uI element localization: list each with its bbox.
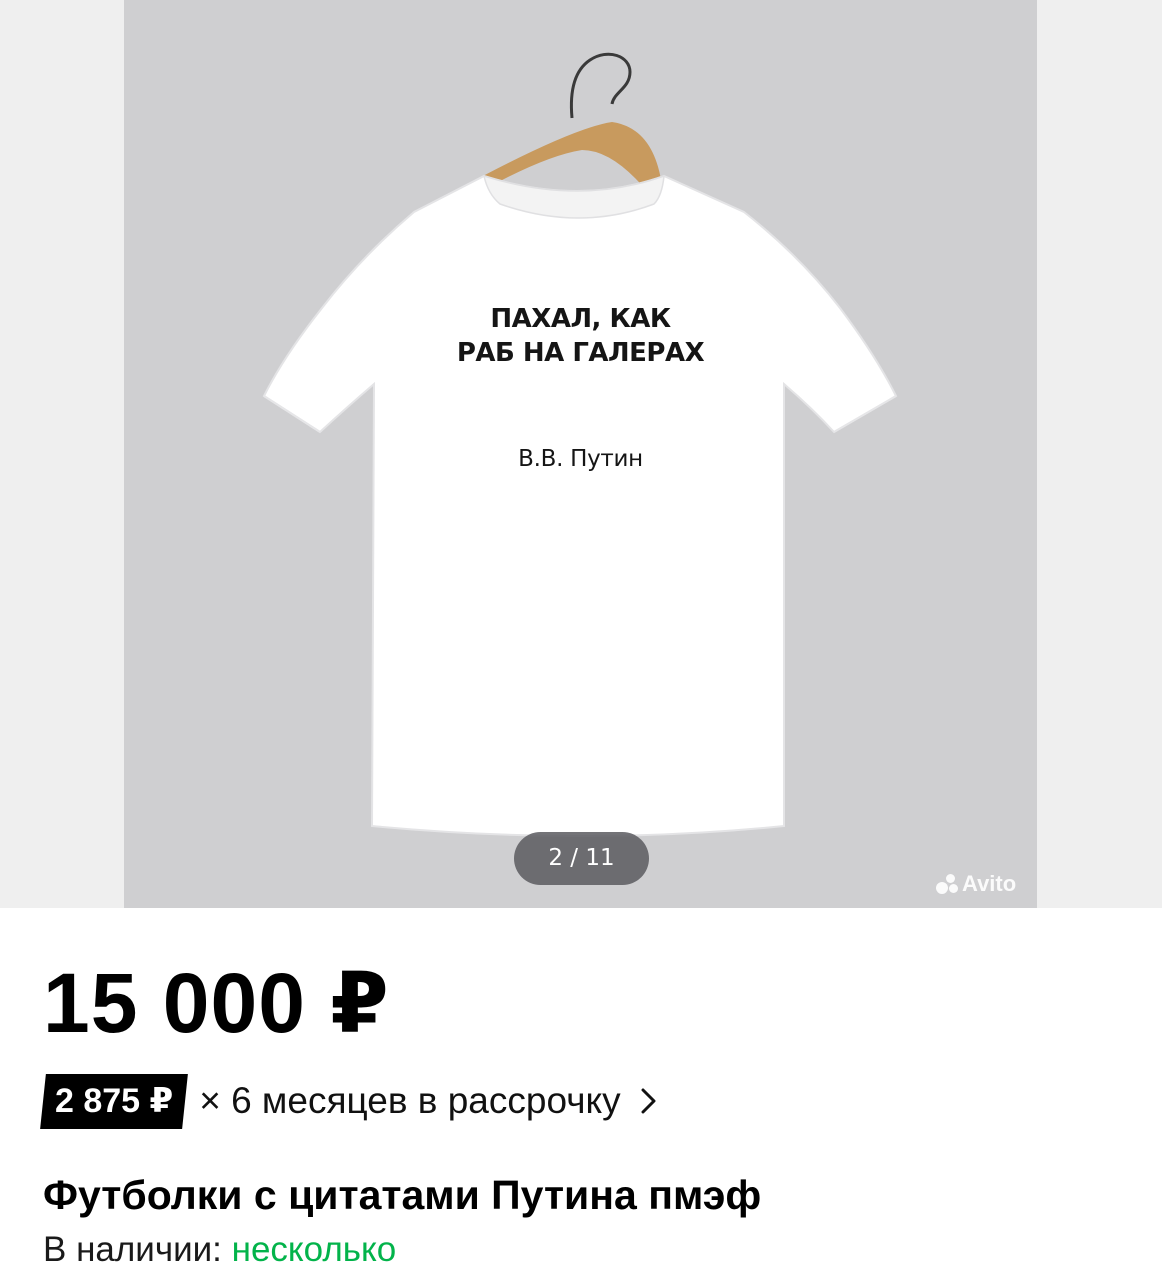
installment-badge: 2 875 ₽ [40,1073,189,1129]
listing-title: Футболки с цитатами Путина пмэф [43,1172,762,1218]
listing-price: 15 000 ₽ [43,956,390,1050]
installment-amount: 2 875 ₽ [55,1081,174,1120]
shirt-quote-line2: РАБ НА ГАЛЕРАХ [456,338,705,368]
photo-counter: 2 / 11 [514,832,649,885]
avito-logo-icon [936,873,958,895]
installment-row[interactable]: 2 875 ₽ × 6 месяцев в рассрочку [40,1072,661,1130]
photo-gallery[interactable]: ПАХАЛ, КАК РАБ НА ГАЛЕРАХ В.В. Путин 2 /… [0,0,1162,908]
avito-watermark: Avito [936,870,1016,898]
availability-label: В наличии: [43,1230,222,1269]
shirt-quote-line1: ПАХАЛ, КАК [490,304,671,334]
shirt-quote: ПАХАЛ, КАК РАБ НА ГАЛЕРАХ [124,302,1037,370]
availability: В наличии: несколько [43,1228,396,1272]
product-photo[interactable]: ПАХАЛ, КАК РАБ НА ГАЛЕРАХ В.В. Путин [124,0,1037,908]
chevron-right-icon[interactable] [635,1088,661,1114]
watermark-text: Avito [962,871,1017,896]
shirt-author: В.В. Путин [518,446,643,472]
availability-value: несколько [231,1230,397,1269]
installment-terms: × 6 месяцев в рассрочку [199,1080,621,1121]
